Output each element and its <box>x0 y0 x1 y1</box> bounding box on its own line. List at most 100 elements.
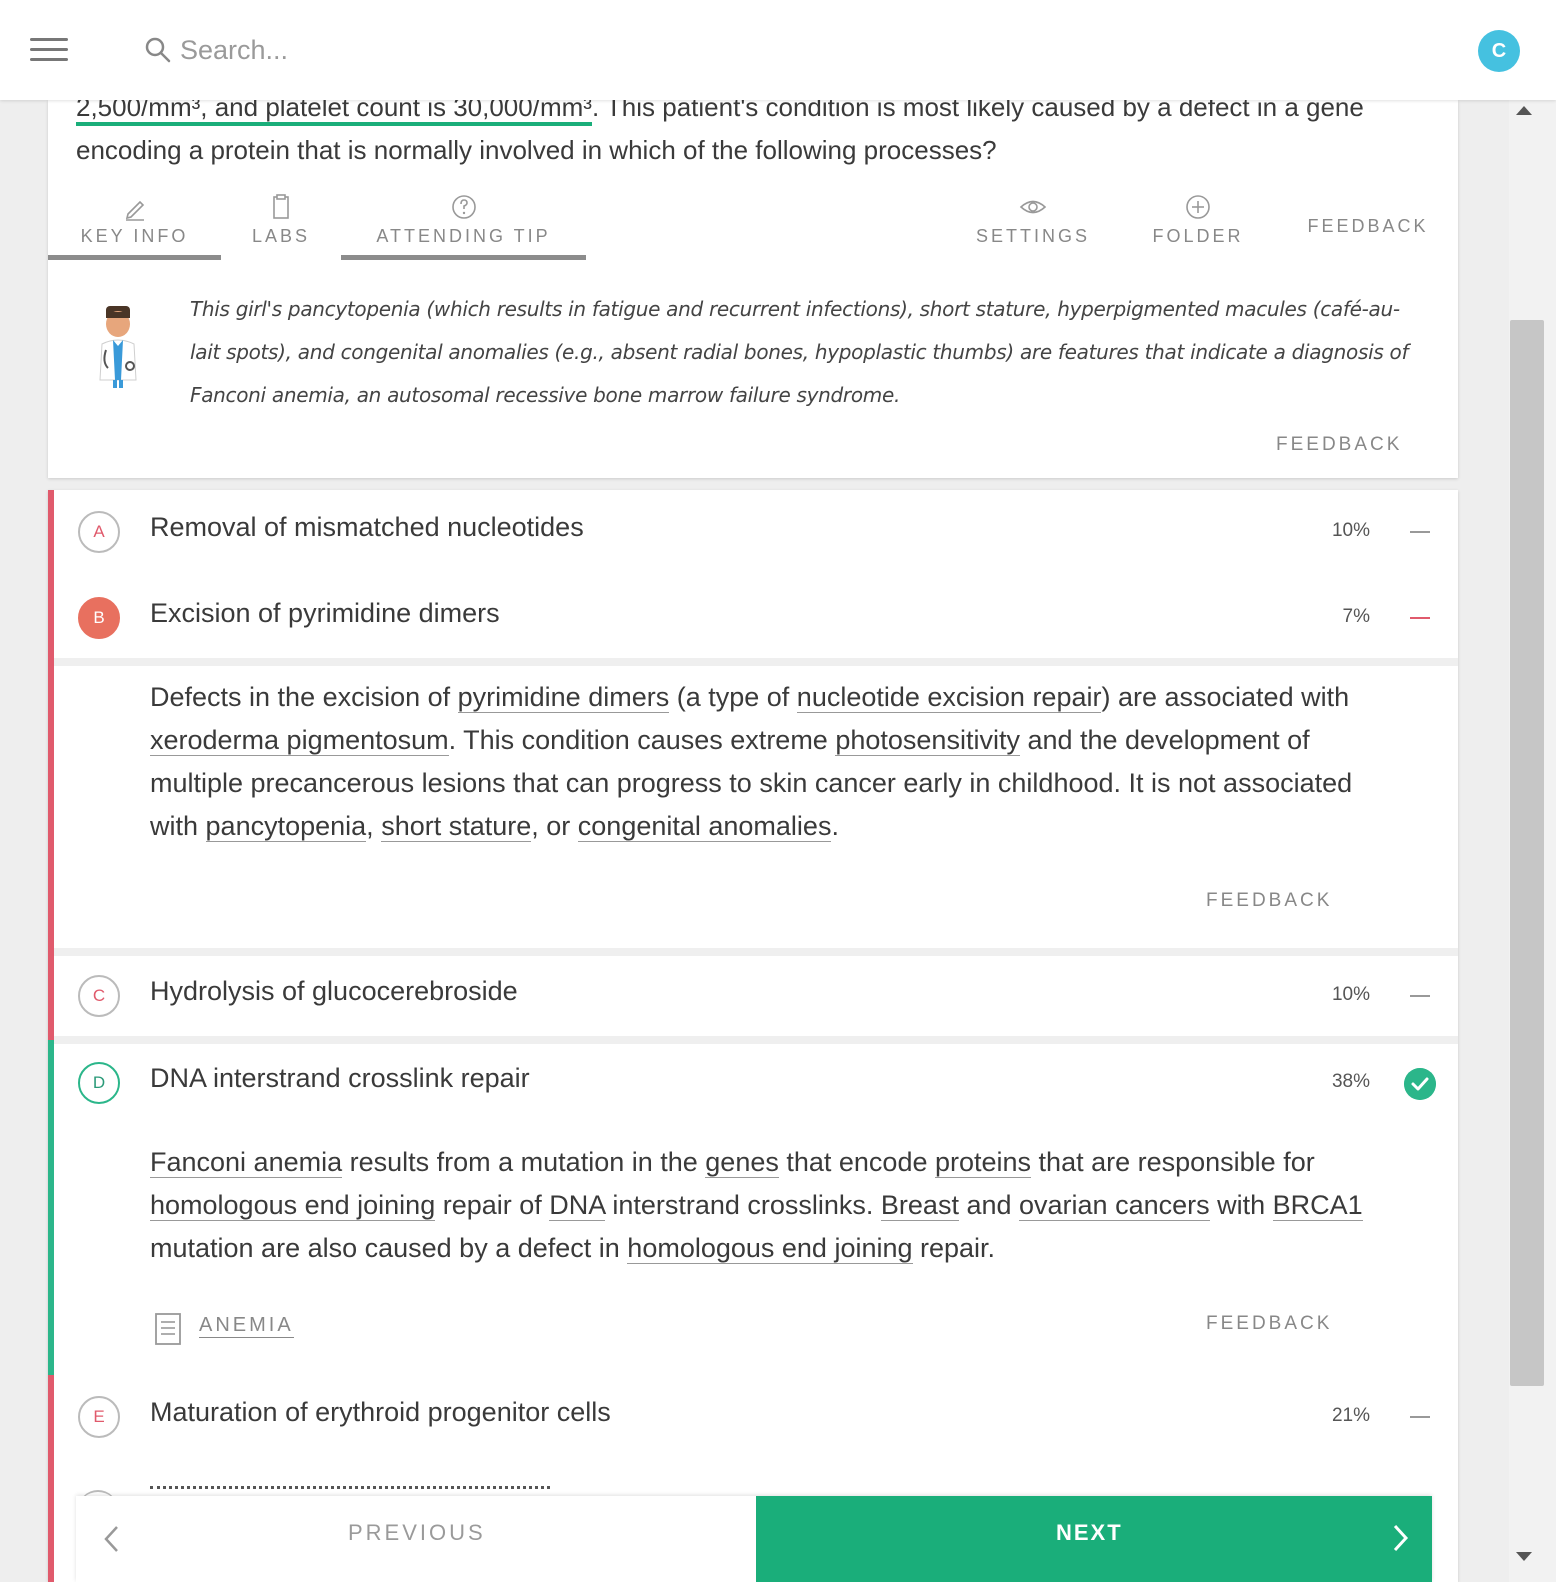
tab-labs[interactable]: LABS <box>243 192 319 260</box>
anemia-link-label: ANEMIA <box>199 1314 294 1338</box>
choice-percent: 7% <box>1342 606 1370 627</box>
tab-key-info-label: KEY INFO <box>80 226 189 246</box>
term-link[interactable]: homologous end joining <box>150 1190 436 1221</box>
choice-d-feedback-button[interactable]: FEEDBACK <box>1206 1313 1332 1335</box>
pencil-icon <box>125 200 144 221</box>
choice-text: Hydrolysis of glucocerebroside <box>150 976 518 1006</box>
scroll-down-icon[interactable] <box>1516 1552 1532 1561</box>
answer-choices-card: A Removal of mismatched nucleotides 10% … <box>48 490 1458 1582</box>
term-link[interactable]: DNA <box>549 1190 605 1221</box>
question-toolbar: KEY INFO LABS ATTENDING TIP SETTINGS FOL… <box>48 192 1458 260</box>
settings-label: SETTINGS <box>975 226 1090 246</box>
tab-key-info[interactable]: KEY INFO <box>48 192 221 260</box>
term-link[interactable]: proteins <box>934 1147 1032 1178</box>
clipboard-icon <box>273 194 289 219</box>
folder-button[interactable]: FOLDER <box>1148 192 1248 260</box>
attending-tip-text: This girl's pancytopenia (which results … <box>190 297 1409 407</box>
choice-percent: 10% <box>1331 984 1370 1005</box>
question-circle-icon <box>451 195 476 219</box>
chevron-right-icon <box>1393 1524 1409 1552</box>
term-link[interactable]: pyrimidine dimers <box>457 682 670 713</box>
choice-percent: 38% <box>1331 1071 1370 1092</box>
expl-text: mutation are also caused by a defect in <box>150 1233 628 1263</box>
explanation-b: Defects in the excision of pyrimidine di… <box>150 676 1390 848</box>
question-feedback-button[interactable]: FEEDBACK <box>1303 212 1433 280</box>
minus-icon <box>1410 617 1430 619</box>
choice-e[interactable]: E Maturation of erythroid progenitor cel… <box>54 1375 1458 1461</box>
doctor-icon <box>99 306 137 388</box>
choice-percent: 21% <box>1331 1405 1370 1426</box>
tab-attending-tip[interactable]: ATTENDING TIP <box>341 192 586 260</box>
choice-d[interactable]: D DNA interstrand crosslink repair 38% <box>54 1041 1458 1127</box>
expl-text: Defects in the excision of <box>150 682 458 712</box>
term-link[interactable]: genes <box>705 1147 779 1178</box>
user-avatar[interactable]: C <box>1478 30 1520 72</box>
minus-icon <box>1410 531 1430 533</box>
choice-text: Excision of pyrimidine dimers <box>150 598 500 628</box>
expl-text: (a type of <box>669 682 797 712</box>
top-bar: C <box>0 0 1556 100</box>
expl-text: and <box>958 1190 1020 1220</box>
tab-attending-tip-label: ATTENDING TIP <box>376 226 551 246</box>
term-link[interactable]: pancytopenia <box>205 811 367 842</box>
choice-a[interactable]: A Removal of mismatched nucleotides 10% <box>54 490 1458 576</box>
expl-text: that encode <box>778 1147 935 1177</box>
explanation-d: Fanconi anemia results from a mutation i… <box>150 1141 1390 1270</box>
term-link[interactable]: nucleotide excision repair <box>796 682 1102 713</box>
choice-b-feedback-button[interactable]: FEEDBACK <box>1206 890 1332 912</box>
expl-text: ) are associated with <box>1101 682 1350 712</box>
expl-text: results from a mutation in the <box>342 1147 706 1177</box>
folder-label: FOLDER <box>1152 226 1244 246</box>
choice-text: Removal of mismatched nucleotides <box>150 512 584 542</box>
question-feedback-label: FEEDBACK <box>1307 216 1429 236</box>
choice-letter: B <box>78 597 120 639</box>
expl-text: repair. <box>912 1233 996 1263</box>
chevron-left-icon <box>104 1526 118 1552</box>
choice-b[interactable]: B Excision of pyrimidine dimers 7% <box>54 576 1458 662</box>
search-box <box>140 30 560 70</box>
eye-icon <box>1019 200 1047 214</box>
term-link[interactable]: photosensitivity <box>835 725 1020 756</box>
choice-letter: E <box>78 1396 120 1438</box>
tip-feedback-button[interactable]: FEEDBACK <box>1276 434 1402 456</box>
expl-text: . This condition causes extreme <box>448 725 836 755</box>
term-link[interactable]: short stature <box>381 811 532 842</box>
choice-letter: C <box>78 975 120 1017</box>
previous-label: PREVIOUS <box>348 1520 486 1545</box>
next-button[interactable]: NEXT <box>756 1496 1432 1582</box>
settings-button[interactable]: SETTINGS <box>973 192 1093 260</box>
next-label: NEXT <box>1056 1520 1123 1545</box>
plus-circle-icon <box>1186 195 1210 219</box>
expl-text: , or <box>531 811 578 841</box>
choice-percent: 10% <box>1331 520 1370 541</box>
term-link[interactable]: BRCA1 <box>1272 1190 1363 1221</box>
previous-button[interactable]: PREVIOUS <box>76 1496 756 1582</box>
expl-text: . <box>831 811 839 841</box>
anemia-article-link[interactable]: ANEMIA <box>153 1312 294 1346</box>
bottom-navigation: PREVIOUS NEXT <box>76 1496 1432 1582</box>
choice-text: DNA interstrand crosslink repair <box>150 1063 530 1093</box>
search-input[interactable] <box>180 32 540 68</box>
divider <box>54 658 1458 666</box>
check-circle-icon <box>1404 1068 1436 1100</box>
scrollbar-thumb[interactable] <box>1510 320 1544 1386</box>
choice-text: Maturation of erythroid progenitor cells <box>150 1397 611 1427</box>
search-icon <box>145 37 171 63</box>
choice-c[interactable]: C Hydrolysis of glucocerebroside 10% <box>54 954 1458 1040</box>
term-link[interactable]: congenital anomalies <box>577 811 832 842</box>
term-link[interactable]: Fanconi anemia <box>150 1147 343 1178</box>
document-icon <box>155 1313 181 1345</box>
tab-labs-label: LABS <box>251 226 311 246</box>
scroll-up-icon[interactable] <box>1516 106 1532 115</box>
choice-f-partial-text <box>150 1486 550 1494</box>
term-link[interactable]: homologous end joining <box>627 1233 913 1264</box>
minus-icon <box>1410 1416 1430 1418</box>
menu-icon[interactable] <box>30 36 70 64</box>
term-link[interactable]: xeroderma pigmentosum <box>150 725 449 756</box>
term-link[interactable]: ovarian cancers <box>1019 1190 1210 1221</box>
expl-text: interstrand crosslinks. <box>604 1190 881 1220</box>
expl-text: , <box>366 811 382 841</box>
expl-text: that are responsible for <box>1031 1147 1315 1177</box>
choice-letter: A <box>78 511 120 553</box>
term-link[interactable]: Breast <box>880 1190 959 1221</box>
